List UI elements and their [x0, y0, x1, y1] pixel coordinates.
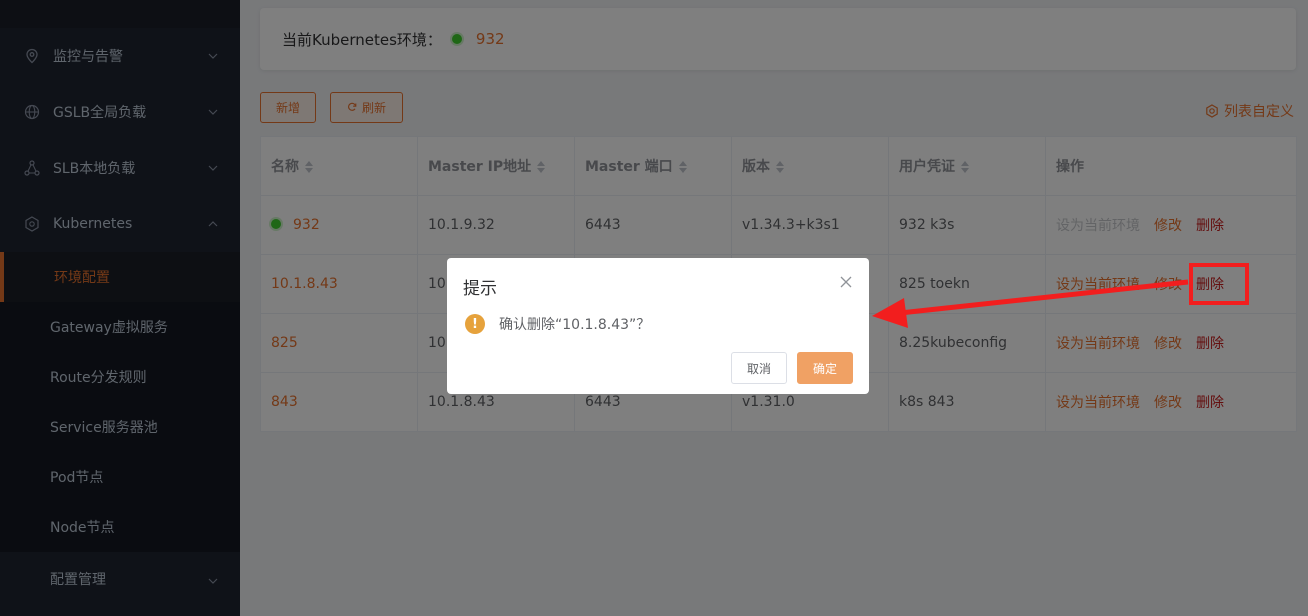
close-icon[interactable] — [839, 275, 853, 289]
annotation-highlight-box — [1189, 263, 1249, 305]
confirm-dialog: 提示 ! 确认删除“10.1.8.43”？ 取消 确定 — [447, 258, 869, 394]
cancel-button[interactable]: 取消 — [731, 352, 787, 384]
confirm-button[interactable]: 确定 — [797, 352, 853, 384]
warning-icon: ! — [465, 314, 485, 334]
dialog-title: 提示 — [463, 279, 497, 299]
dialog-message: 确认删除“10.1.8.43”？ — [499, 317, 651, 333]
dialog-body: ! 确认删除“10.1.8.43”？ — [465, 314, 650, 334]
